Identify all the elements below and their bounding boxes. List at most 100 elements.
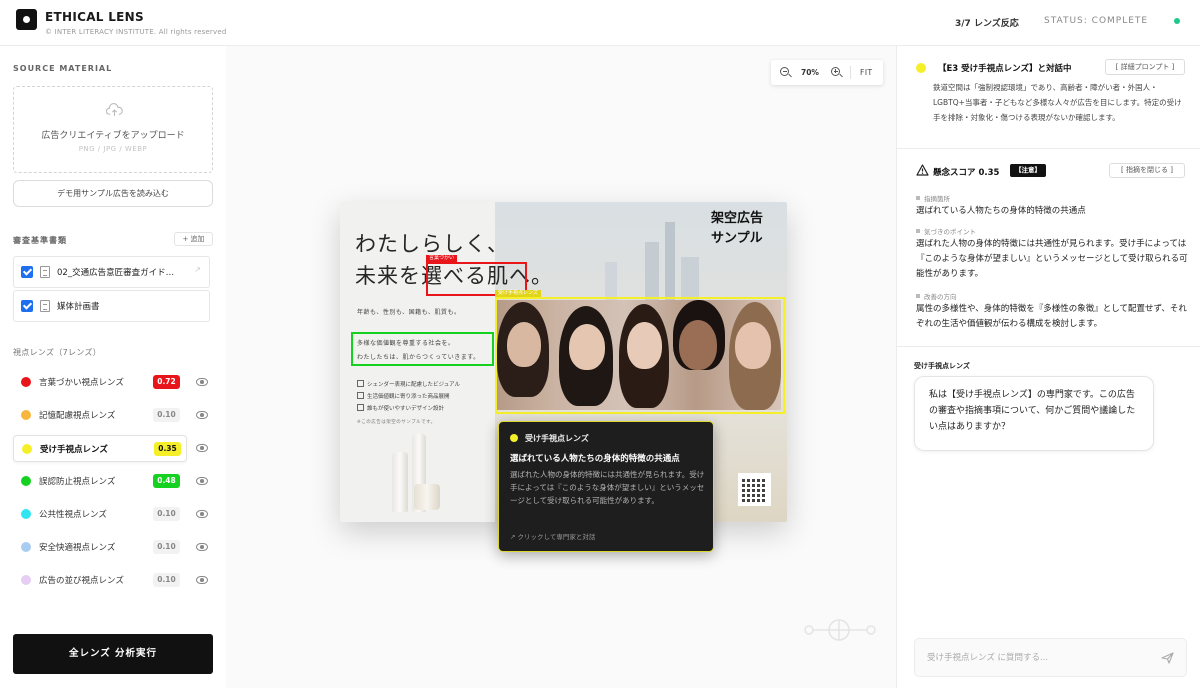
lens-row[interactable]: 言葉づかい視点レンズ 0.72 [13, 369, 187, 396]
app-logo [16, 9, 37, 30]
finding-text: 属性の多様性や、身体的特徴を『多様性の象徴』として配置せず、それぞれの生活や価値… [916, 304, 1187, 329]
tooltip-body: 選ばれた人物の身体的特徴には共通性が見られます。受け手によっては『このような身体… [510, 470, 705, 505]
tooltip-footer[interactable]: ↗ クリックして専門家と対話 [510, 531, 595, 541]
zoom-divider [850, 66, 851, 79]
chat-header-section: 【E3 受け手視点レンズ】と対話中 [ 詳細プロンプト ] 鉄道空間は「強制視認… [897, 46, 1200, 149]
lens-label: 受け手視点レンズ [40, 445, 108, 455]
left-panel: SOURCE MATERIAL 広告クリエイティブをアップロード PNG / J… [0, 46, 226, 688]
finding-text: 選ばれている人物たちの身体的特徴の共通点 [916, 206, 1086, 216]
finding-tooltip[interactable]: 受け手視点レンズ 選ばれている人物たちの身体的特徴の共通点 選ばれた人物の身体的… [498, 421, 714, 552]
upload-cloud-icon [106, 103, 123, 116]
lens-color-icon [510, 434, 518, 442]
finding-label: 改善の方向 [916, 291, 957, 301]
eye-icon[interactable] [196, 543, 208, 551]
document-label: 媒体計画書 [57, 302, 100, 312]
eye-icon[interactable] [196, 444, 208, 452]
source-section-label: SOURCE MATERIAL [13, 64, 113, 73]
zoom-fit-button[interactable]: FIT [860, 68, 873, 77]
product-bottle [392, 452, 408, 512]
bbox-tag: 受け手視点レンズ [495, 290, 541, 297]
zoom-out-icon[interactable] [780, 67, 792, 78]
zoom-in-icon[interactable] [831, 67, 843, 78]
lens-row[interactable]: 記憶配慮視点レンズ 0.10 [13, 402, 187, 429]
lens-score-badge: 0.10 [153, 573, 180, 587]
eye-icon[interactable] [196, 411, 208, 419]
bbox-recipient-lens[interactable]: 受け手視点レンズ [495, 290, 785, 414]
upload-dropzone[interactable]: 広告クリエイティブをアップロード PNG / JPG / WEBP [13, 86, 213, 173]
product-jar [414, 484, 440, 510]
external-link-icon[interactable]: ↗ [194, 265, 201, 274]
lens-score-badge: 0.10 [153, 408, 180, 422]
chat-input[interactable] [927, 650, 1147, 666]
active-lens-icon [916, 63, 926, 73]
finding-label: 気づきのポイント [916, 226, 976, 236]
warning-icon [916, 164, 929, 176]
concern-badge: 【注意】 [1010, 164, 1046, 177]
assistant-label: 受け手視点レンズ [914, 362, 970, 370]
tooltip-title: 選ばれている人物たちの身体的特徴の共通点 [510, 454, 680, 464]
ad-checklist-item: 生活価値観に寄り添った商品展開 [357, 392, 450, 400]
tooltip-lens-name: 受け手視点レンズ [525, 434, 589, 443]
document-checkbox[interactable] [21, 266, 33, 278]
lens-row[interactable]: 公共性視点レンズ 0.10 [13, 501, 187, 528]
lens-color-icon [21, 542, 31, 552]
zoom-toolbar: 70% FIT [771, 60, 883, 85]
ad-footnote: ※この広告は架空のサンプルです。 [357, 420, 436, 425]
eye-icon[interactable] [196, 477, 208, 485]
lens-color-icon [21, 377, 31, 387]
lens-color-icon [21, 509, 31, 519]
status-indicator-icon [1174, 18, 1180, 24]
lens-label: 安全快適視点レンズ [39, 543, 116, 553]
ad-checklist-item: 誰もが使いやすいデザイン設計 [357, 404, 444, 412]
lens-color-icon [22, 444, 32, 454]
ad-checklist-item: シェンダー表現に配慮したビジュアル [357, 380, 460, 388]
ad-qr-code [738, 473, 771, 506]
eye-icon[interactable] [196, 576, 208, 584]
lens-description: 鉄道空間は「強制視認環境」であり、高齢者・障がい者・外国人・LGBTQ+当事者・… [933, 83, 1182, 122]
lens-reaction-count: 3/7 レンズ反応 [955, 19, 1019, 29]
run-all-lenses-button[interactable]: 全レンズ 分析実行 [13, 634, 213, 674]
bbox-misrecognition-lens[interactable] [351, 332, 494, 366]
document-checkbox[interactable] [21, 300, 33, 312]
criteria-section-label: 審査基準書類 [13, 236, 67, 245]
ad-corner-line2: サンプル [711, 231, 763, 246]
concern-score: 懸念スコア 0.35 [933, 168, 1000, 178]
document-icon [40, 300, 50, 312]
lens-label: 言葉づかい視点レンズ [39, 378, 124, 388]
app-title: ETHICAL LENS [45, 10, 144, 24]
app-copyright: © INTER LITERACY INSTITUTE. All rights r… [45, 28, 227, 36]
ad-copy-line: 年齢も、性別も、国籍も、肌質も。 [357, 309, 461, 316]
chat-input-box[interactable] [914, 638, 1187, 677]
ad-headline-line1: わたしらしく、 [355, 232, 509, 256]
document-icon [40, 266, 50, 278]
lens-row[interactable]: 誤認防止視点レンズ 0.48 [13, 468, 187, 495]
send-icon[interactable] [1161, 652, 1174, 664]
close-finding-button[interactable]: [ 指摘を閉じる ] [1109, 163, 1185, 178]
preview-canvas: 70% FIT わたしらしく、 未来を選べる肌へ。 架空広告 サンプル 年齢も、… [226, 46, 896, 688]
eye-icon[interactable] [196, 510, 208, 518]
concern-section: 懸念スコア 0.35 【注意】 [ 指摘を閉じる ] 指摘箇所 選ばれている人物… [897, 149, 1200, 347]
lens-row[interactable]: 安全快適視点レンズ 0.10 [13, 534, 187, 561]
ad-corner-label: 架空広告 サンプル [711, 209, 763, 249]
lens-score-badge: 0.35 [154, 442, 181, 456]
load-demo-button[interactable]: デモ用サンプル広告を読み込む [13, 180, 213, 207]
document-row[interactable]: 媒体計画書 [13, 290, 210, 322]
right-panel: 【E3 受け手視点レンズ】と対話中 [ 詳細プロンプト ] 鉄道空間は「強制視認… [896, 46, 1200, 688]
upload-formats: PNG / JPG / WEBP [78, 145, 148, 153]
lens-label: 公共性視点レンズ [39, 510, 107, 520]
app-header: ETHICAL LENS © INTER LITERACY INSTITUTE.… [0, 0, 1200, 46]
lens-row[interactable]: 広告の並び視点レンズ 0.10 [13, 567, 187, 594]
add-document-button[interactable]: + 追加 [174, 232, 213, 246]
finding-label: 指摘箇所 [916, 193, 950, 203]
lens-row[interactable]: 受け手視点レンズ 0.35 [13, 435, 187, 462]
lens-label: 誤認防止視点レンズ [39, 477, 116, 487]
assistant-message: 私は【受け手視点レンズ】の専門家です。この広告の審査や指摘事項について、何かご質… [914, 376, 1154, 451]
document-row[interactable]: 02_交通広告意匠審査ガイド… ↗ [13, 256, 210, 288]
detail-prompt-button[interactable]: [ 詳細プロンプト ] [1105, 59, 1185, 75]
lens-color-icon [21, 575, 31, 585]
eye-icon[interactable] [196, 378, 208, 386]
chat-title: 【E3 受け手視点レンズ】と対話中 [938, 64, 1072, 74]
status-text: STATUS: COMPLETE [1044, 16, 1149, 26]
document-label: 02_交通広告意匠審査ガイド… [57, 268, 175, 278]
bbox-tag: 言葉づかい [426, 255, 458, 262]
